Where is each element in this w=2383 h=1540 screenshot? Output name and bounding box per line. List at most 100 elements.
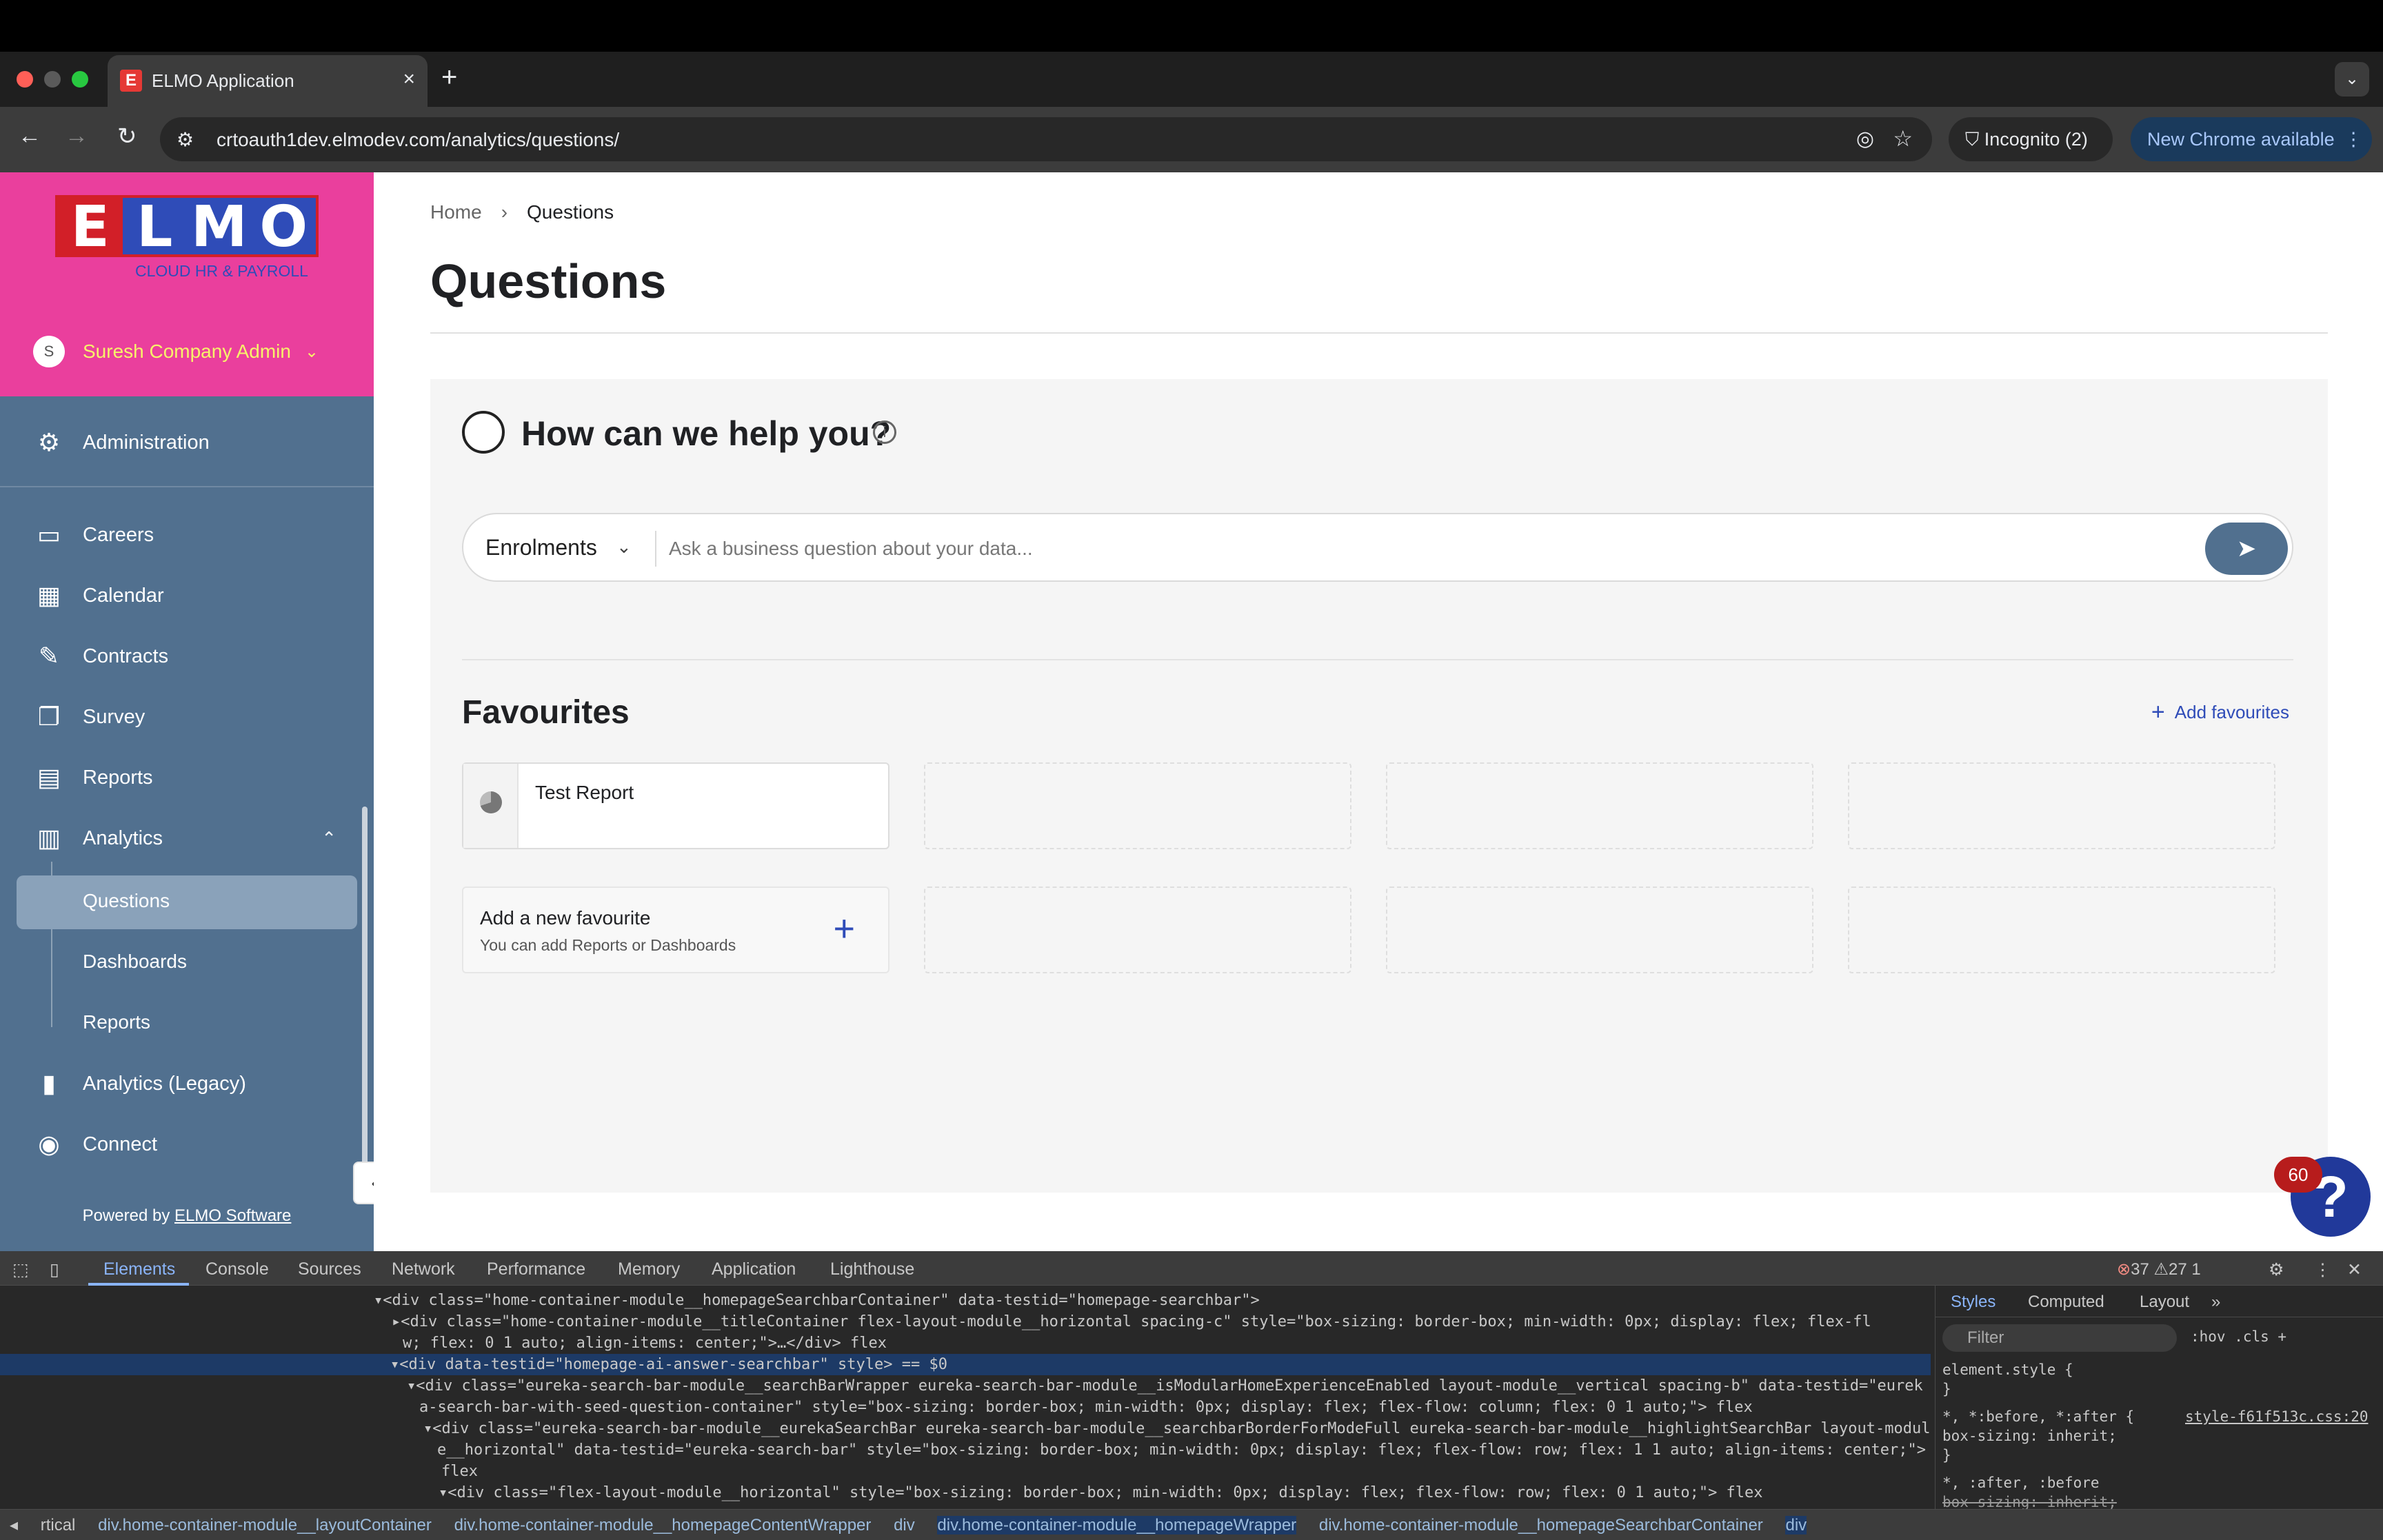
- sidebar-subitem-dashboards[interactable]: Dashboards: [83, 951, 187, 973]
- dom-tree-line[interactable]: a-search-bar-with-seed-question-containe…: [0, 1397, 1931, 1418]
- tab-sources[interactable]: Sources: [298, 1259, 361, 1279]
- help-heading: How can we help you?: [521, 414, 892, 453]
- tab-lighthouse[interactable]: Lighthouse: [830, 1259, 914, 1279]
- settings-gear-icon[interactable]: ⚙: [2269, 1259, 2284, 1280]
- tab-styles[interactable]: Styles: [1951, 1293, 1995, 1312]
- tab-layout[interactable]: Layout: [2140, 1293, 2189, 1312]
- css-source-link[interactable]: style-f61f513c.css:20: [2185, 1408, 2369, 1425]
- reload-icon[interactable]: ↻: [117, 123, 137, 150]
- dom-tree-line[interactable]: w; flex: 0 1 auto; align-items: center;"…: [0, 1333, 1931, 1354]
- css-rule-line: *, *:before, *:after {: [1942, 1408, 2135, 1425]
- dom-tree-line[interactable]: ▾<div class="eureka-search-bar-module__e…: [0, 1418, 1931, 1439]
- sidebar-item-analytics[interactable]: ▥ Analytics ⌃: [33, 818, 336, 859]
- elmo-software-link[interactable]: ELMO Software: [174, 1206, 291, 1225]
- tab-close-icon[interactable]: ×: [403, 68, 415, 91]
- sidebar-item-reports[interactable]: ▤ Reports: [33, 757, 153, 798]
- favourite-placeholder: [1848, 886, 2275, 973]
- elmo-logo: E L M O: [55, 195, 319, 257]
- analytics-icon: ▥: [37, 824, 61, 852]
- tab-application[interactable]: Application: [712, 1259, 796, 1279]
- error-icon: ⊗: [2117, 1260, 2131, 1279]
- tab-network[interactable]: Network: [392, 1259, 455, 1279]
- sidebar-item-connect[interactable]: ◉ Connect: [33, 1124, 157, 1165]
- favourite-card-test-report[interactable]: Test Report: [462, 762, 889, 849]
- more-tabs-icon[interactable]: »: [2211, 1293, 2220, 1312]
- new-tab-button[interactable]: +: [441, 62, 457, 93]
- scroll-left-icon[interactable]: ◂: [10, 1516, 18, 1534]
- favourite-card-title: Test Report: [535, 782, 634, 803]
- dom-tree-line[interactable]: flex: [0, 1461, 1931, 1482]
- send-icon[interactable]: ➤: [2205, 523, 2288, 575]
- breadcrumb-home-link[interactable]: Home: [430, 201, 482, 223]
- inspect-element-icon[interactable]: ⬚: [12, 1259, 29, 1280]
- incognito-button[interactable]: ⛉ Incognito (2): [1949, 117, 2113, 161]
- sidebar-item-label: Connect: [83, 1133, 158, 1155]
- tab-title: ELMO Application: [152, 70, 294, 91]
- sidebar-subitem-questions[interactable]: Questions: [83, 890, 170, 912]
- bookmark-star-icon[interactable]: ☆: [1893, 125, 1913, 152]
- css-rule-line: box-sizing: inherit;: [1942, 1494, 2117, 1510]
- logo-letter: E: [58, 198, 123, 257]
- info-icon[interactable]: i: [873, 421, 896, 444]
- tab-elements[interactable]: Elements: [103, 1259, 175, 1279]
- tab-performance[interactable]: Performance: [487, 1259, 585, 1279]
- dom-crumb[interactable]: rtical: [41, 1516, 76, 1534]
- dom-tree-line[interactable]: ▸<div class="home-container-module__titl…: [0, 1311, 1931, 1333]
- dom-tree-line[interactable]: ▾<div class="home-container-module__home…: [0, 1290, 1931, 1311]
- sidebar-item-analytics-legacy[interactable]: ▮ Analytics (Legacy): [33, 1063, 246, 1104]
- dom-tree-line[interactable]: ▾<div class="eureka-search-bar-module__s…: [0, 1375, 1931, 1397]
- chevron-down-icon[interactable]: ⌄: [616, 536, 632, 558]
- add-favourites-button[interactable]: + Add favourites: [2151, 699, 2289, 726]
- dom-crumb[interactable]: div: [894, 1516, 915, 1534]
- dom-crumb[interactable]: div.home-container-module__homepageConte…: [454, 1516, 872, 1534]
- sidebar-item-careers[interactable]: ▭ Careers: [33, 514, 154, 556]
- plus-icon[interactable]: +: [833, 907, 855, 950]
- sidebar-item-contracts[interactable]: ✎ Contracts: [33, 636, 168, 677]
- sidebar-item-label: Careers: [83, 523, 154, 546]
- dom-crumb[interactable]: div: [1785, 1516, 1807, 1534]
- dom-tree-line[interactable]: ▾<div class="flex-layout-module__horizon…: [0, 1482, 1931, 1503]
- window-close-button[interactable]: [17, 71, 33, 88]
- sidebar: E L M O CLOUD HR & PAYROLL S Suresh Comp…: [0, 172, 374, 1251]
- back-icon[interactable]: ←: [18, 123, 41, 150]
- kebab-menu-icon[interactable]: ⋮: [2314, 1259, 2331, 1280]
- close-icon[interactable]: ✕: [2347, 1259, 2362, 1280]
- device-toolbar-icon[interactable]: ▯: [50, 1259, 59, 1280]
- eye-slash-icon[interactable]: ◎: [1856, 127, 1874, 151]
- dom-tree-line-selected[interactable]: ▾<div data-testid="homepage-ai-answer-se…: [0, 1354, 1931, 1375]
- kebab-menu-icon[interactable]: ⋮: [2344, 129, 2363, 150]
- dom-crumb[interactable]: div.home-container-module__homepageSearc…: [1319, 1516, 1763, 1534]
- dom-crumb[interactable]: div.home-container-module__layoutContain…: [98, 1516, 432, 1534]
- site-info-icon[interactable]: ⚙: [177, 128, 194, 151]
- question-input[interactable]: [669, 531, 2186, 567]
- sidebar-subitem-reports[interactable]: Reports: [83, 1011, 150, 1033]
- tab-memory[interactable]: Memory: [618, 1259, 680, 1279]
- issue-counts[interactable]: ⊗37 ⚠27 1: [2117, 1259, 2201, 1279]
- sidebar-scrollbar[interactable]: [362, 807, 368, 1193]
- sidebar-item-survey[interactable]: ❐ Survey: [33, 696, 145, 738]
- address-bar[interactable]: ⚙ crtoauth1dev.elmodev.com/analytics/que…: [160, 117, 1932, 161]
- briefcase-icon: ▭: [37, 520, 61, 549]
- window-minimize-button[interactable]: [44, 71, 61, 88]
- tab-search-icon[interactable]: ⌄: [2335, 62, 2369, 97]
- add-new-favourite-card[interactable]: Add a new favourite You can add Reports …: [462, 886, 889, 973]
- avatar: S: [33, 336, 65, 367]
- sidebar-item-label: Contracts: [83, 645, 169, 667]
- new-chrome-available-button[interactable]: New Chrome available ⋮: [2131, 117, 2372, 161]
- dom-tree-line[interactable]: e__horizontal" data-testid="eureka-searc…: [0, 1439, 1931, 1461]
- new-chrome-label: New Chrome available: [2147, 129, 2335, 150]
- window-maximize-button[interactable]: [72, 71, 88, 88]
- user-menu[interactable]: S Suresh Company Admin ⌄: [33, 336, 319, 367]
- sidebar-item-calendar[interactable]: ▦ Calendar: [33, 575, 164, 616]
- tab-console[interactable]: Console: [205, 1259, 269, 1279]
- browser-tab[interactable]: E ELMO Application ×: [108, 55, 428, 107]
- sidebar-item-administration[interactable]: ⚙ Administration: [33, 422, 210, 463]
- scope-dropdown[interactable]: Enrolments: [485, 535, 597, 560]
- favourite-placeholder: [1386, 762, 1813, 849]
- hov-toggle[interactable]: :hov .cls +: [2191, 1328, 2286, 1345]
- tab-computed[interactable]: Computed: [2028, 1293, 2104, 1312]
- styles-filter-input[interactable]: Filter: [1942, 1324, 2177, 1352]
- forward-icon[interactable]: →: [65, 123, 88, 150]
- dom-crumb[interactable]: div.home-container-module__homepageWrapp…: [937, 1516, 1297, 1534]
- pie-chart-icon: [480, 791, 502, 813]
